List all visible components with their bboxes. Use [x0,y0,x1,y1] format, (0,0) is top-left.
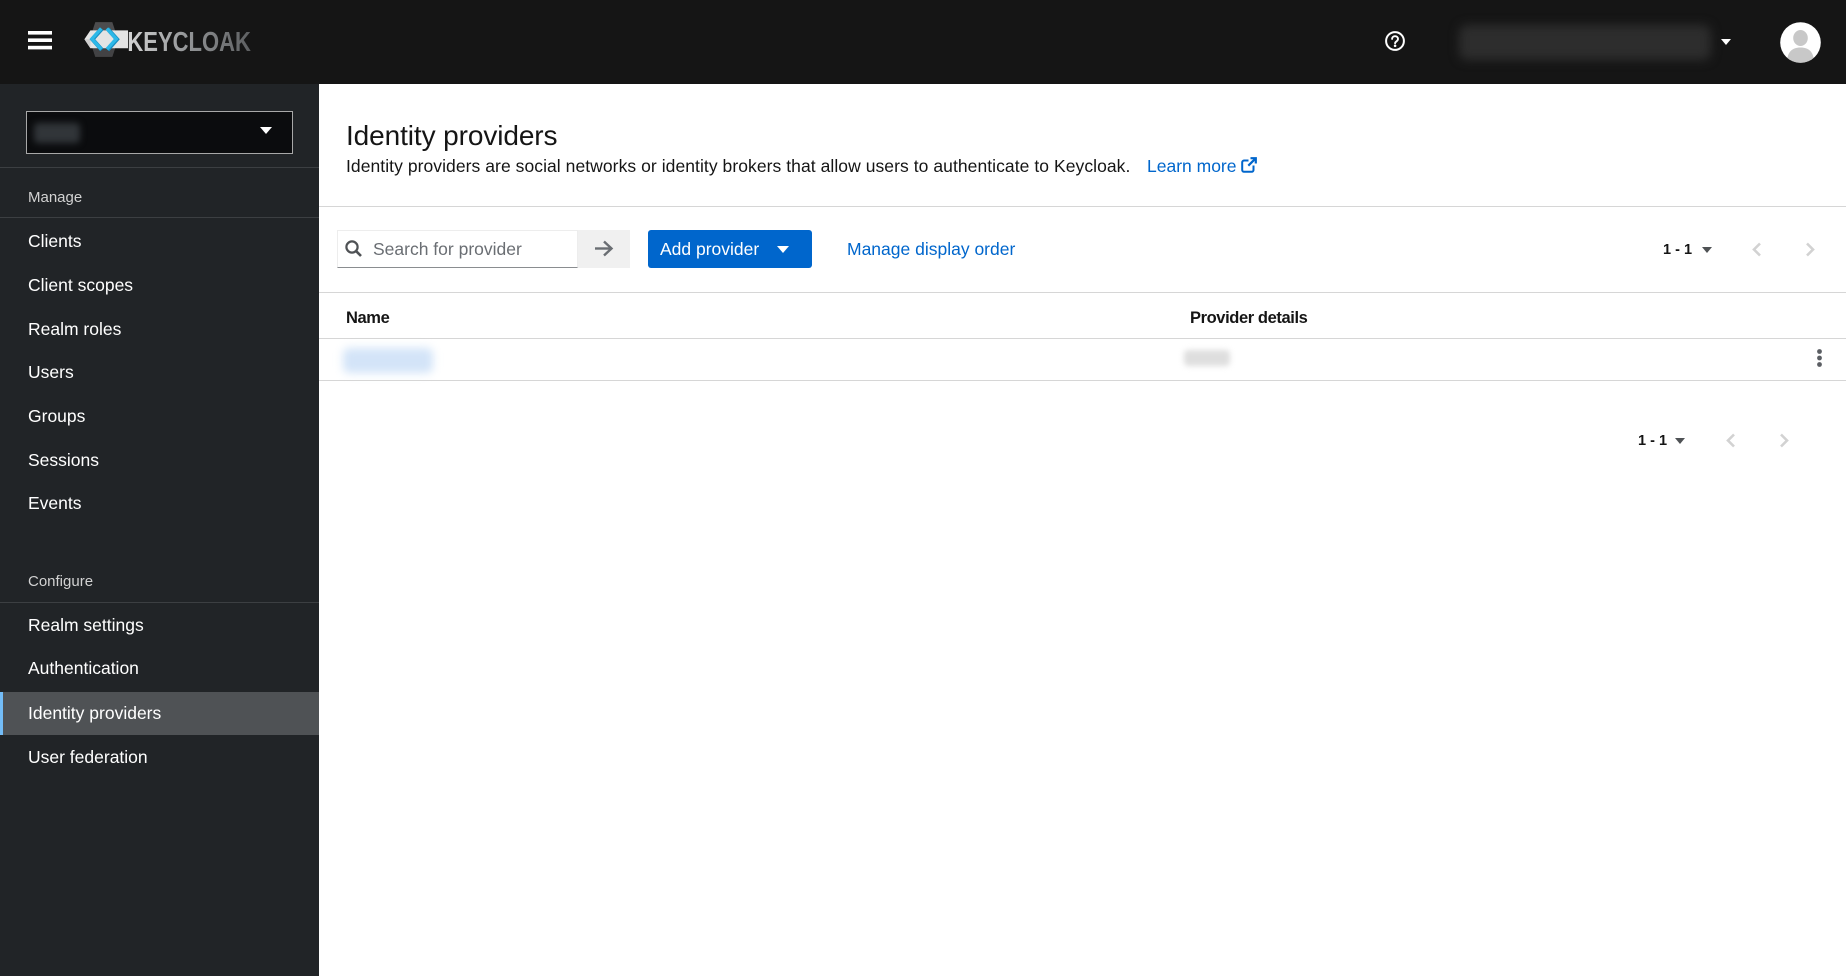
svg-text:KEYCLOAK: KEYCLOAK [127,26,251,57]
